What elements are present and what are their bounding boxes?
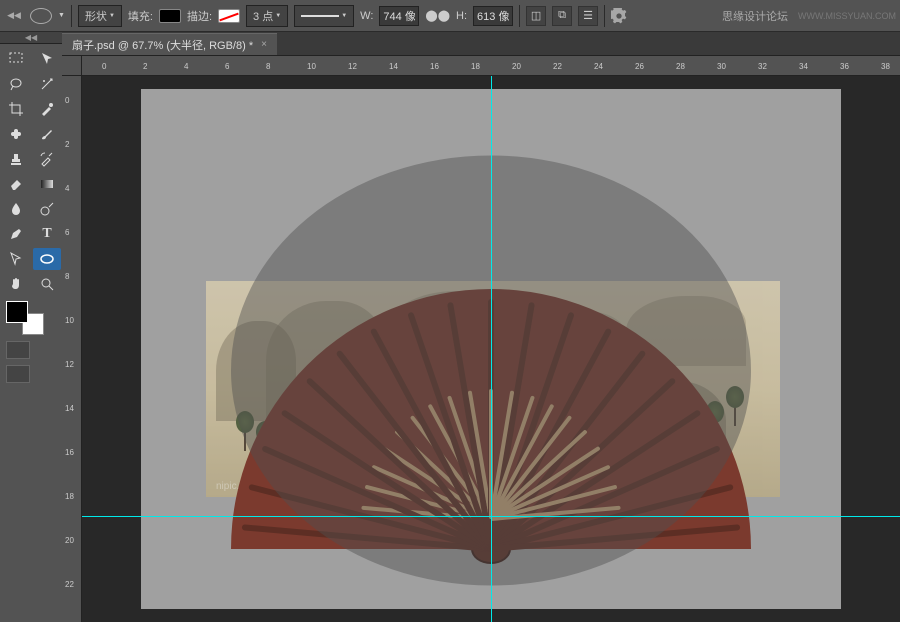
width-input[interactable] [379, 6, 419, 26]
link-icon[interactable]: ⬤⬤ [425, 9, 450, 22]
divider [519, 5, 520, 27]
brand-text: 思缘设计论坛 [722, 8, 788, 24]
options-bar: ◀◀ ▼ 形状▼ 填充: 描边: 3 点▼ ▼ W: ⬤⬤ H: ◫ ⧉ ☰ 思… [0, 0, 900, 32]
toolbox: T [0, 44, 62, 387]
height-input[interactable] [473, 6, 513, 26]
brand-url: WWW.MISSYUAN.COM [798, 11, 896, 21]
heal-tool[interactable] [2, 123, 30, 145]
shape-mode-dropdown[interactable]: 形状▼ [78, 5, 122, 27]
stroke-swatch[interactable] [218, 9, 240, 23]
eraser-tool[interactable] [2, 173, 30, 195]
color-swatches[interactable] [6, 301, 44, 335]
close-icon[interactable]: × [261, 39, 267, 50]
shape-tool[interactable] [33, 248, 61, 270]
canvas-viewport[interactable]: nipic.com/son [82, 76, 900, 622]
stroke-style-dropdown[interactable]: ▼ [294, 5, 354, 27]
hand-tool[interactable] [2, 273, 30, 295]
gear-icon[interactable] [611, 8, 627, 24]
fg-color-swatch[interactable] [6, 301, 28, 323]
quickmask-button[interactable] [6, 341, 30, 359]
path-arrange-button[interactable]: ☰ [578, 6, 598, 26]
guide-vertical[interactable] [491, 76, 492, 622]
toolbox-collapse[interactable]: ◀◀ [0, 32, 62, 44]
crop-tool[interactable] [2, 98, 30, 120]
collapse-arrows-icon[interactable]: ◀◀ [4, 5, 24, 27]
lasso-tool[interactable] [2, 73, 30, 95]
path-combine-button[interactable]: ◫ [526, 6, 546, 26]
fill-label: 填充: [128, 8, 153, 24]
stroke-width-dropdown[interactable]: 3 点▼ [246, 5, 288, 27]
guide-horizontal[interactable] [82, 516, 900, 517]
divider [604, 5, 605, 27]
shape-mode-label: 形状 [85, 8, 107, 24]
stroke-width-value: 3 点 [253, 8, 273, 24]
document-title: 扇子.psd @ 67.7% (大半径, RGB/8) * [72, 37, 253, 53]
ruler-origin[interactable] [62, 56, 82, 76]
document-tabs: 扇子.psd @ 67.7% (大半径, RGB/8) * × [62, 32, 900, 56]
shape-preset-icon[interactable] [30, 8, 52, 24]
workspace: 02468101214161820222426283032343638 0246… [62, 56, 900, 622]
w-label: W: [360, 10, 373, 22]
stamp-tool[interactable] [2, 148, 30, 170]
path-select-tool[interactable] [2, 248, 30, 270]
fill-swatch[interactable] [159, 9, 181, 23]
zoom-tool[interactable] [33, 273, 61, 295]
document-tab[interactable]: 扇子.psd @ 67.7% (大半径, RGB/8) * × [62, 33, 277, 55]
blur-tool[interactable] [2, 198, 30, 220]
marquee-tool[interactable] [2, 48, 30, 70]
eyedropper-tool[interactable] [33, 98, 61, 120]
history-brush-tool[interactable] [33, 148, 61, 170]
path-align-button[interactable]: ⧉ [552, 6, 572, 26]
tri-down-icon[interactable]: ▼ [58, 12, 65, 19]
wand-tool[interactable] [33, 73, 61, 95]
h-label: H: [456, 10, 467, 22]
stroke-label: 描边: [187, 8, 212, 24]
move-tool[interactable] [33, 48, 61, 70]
ruler-horizontal[interactable]: 02468101214161820222426283032343638 [82, 56, 900, 76]
dodge-tool[interactable] [33, 198, 61, 220]
type-tool[interactable]: T [33, 223, 61, 245]
pen-tool[interactable] [2, 223, 30, 245]
screenmode-button[interactable] [6, 365, 30, 383]
ruler-vertical[interactable]: 0246810121416182022 [62, 76, 82, 622]
line-icon [301, 15, 339, 17]
brush-tool[interactable] [33, 123, 61, 145]
gradient-tool[interactable] [33, 173, 61, 195]
divider [71, 5, 72, 27]
